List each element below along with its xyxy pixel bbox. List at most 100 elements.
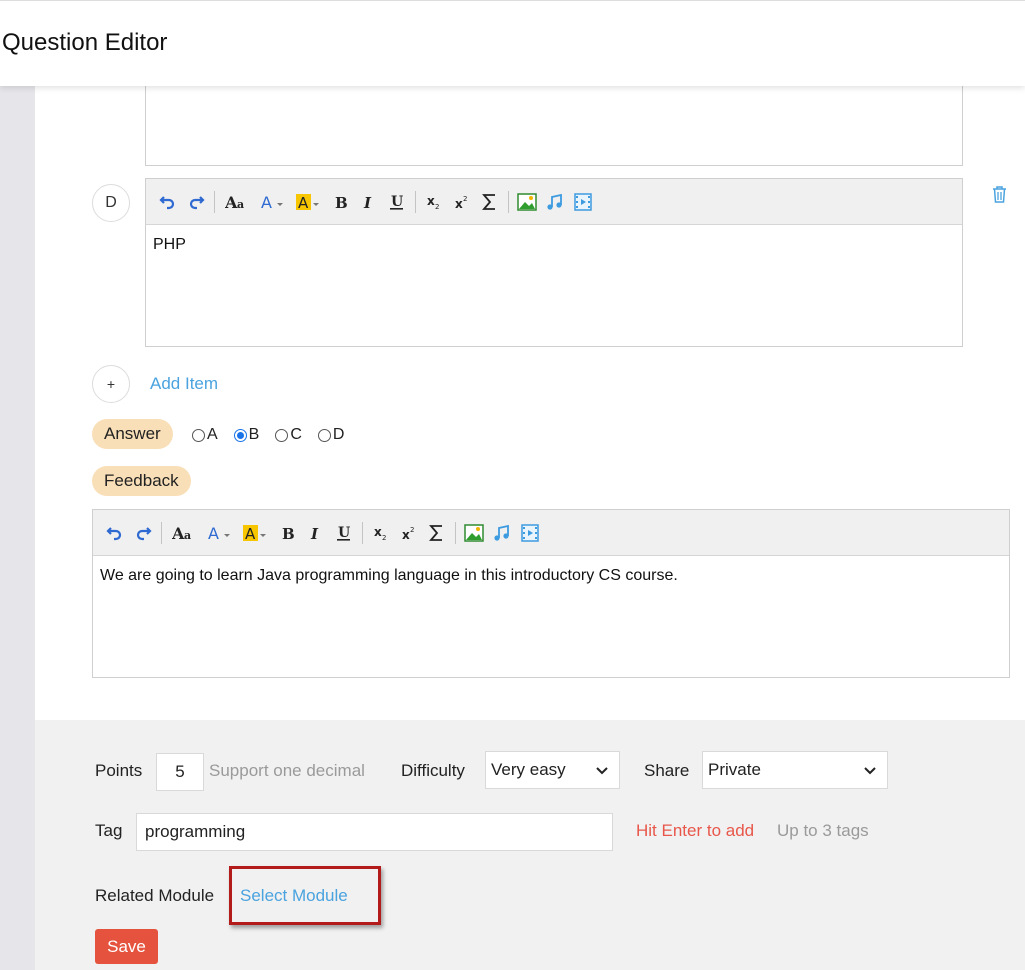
points-label: Points — [95, 761, 143, 780]
add-item-link[interactable]: Add Item — [150, 374, 218, 394]
option-d-toolbar: Aa A A B I U x2 x2 — [146, 179, 962, 225]
tag-hint-limit: Up to 3 tags — [777, 821, 869, 840]
answer-label: Answer — [92, 419, 173, 449]
italic-icon[interactable]: I — [355, 188, 383, 216]
add-item-icon[interactable]: + — [92, 365, 130, 403]
svg-text:x: x — [402, 528, 410, 542]
chevron-down-icon — [864, 767, 876, 775]
tag-input[interactable]: programming — [136, 813, 613, 851]
highlight-color-icon[interactable]: A — [238, 519, 274, 547]
left-rail — [0, 86, 35, 970]
highlight-box — [229, 866, 381, 925]
answer-option-a[interactable]: A — [192, 426, 218, 444]
answer-option-d-label: D — [332, 426, 345, 443]
answer-option-b[interactable]: B — [233, 426, 260, 444]
svg-text:2: 2 — [410, 526, 414, 534]
page-header: Question Editor — [0, 0, 1025, 86]
svg-text:U: U — [338, 525, 350, 541]
italic-icon[interactable]: I — [302, 519, 330, 547]
toolbar-separator — [161, 521, 162, 544]
toolbar-separator — [415, 190, 416, 213]
answer-radio-group: A B C D — [192, 426, 360, 444]
svg-text:x: x — [374, 525, 382, 539]
option-d-letter: D — [92, 184, 130, 222]
answer-option-c[interactable]: C — [275, 426, 302, 444]
tag-hint-enter: Hit Enter to add — [636, 821, 755, 840]
share-value: Private — [708, 760, 761, 779]
image-icon[interactable] — [513, 188, 541, 216]
svg-text:2: 2 — [382, 534, 386, 542]
save-button[interactable]: Save — [95, 929, 158, 964]
font-color-icon[interactable]: A — [255, 188, 291, 216]
option-c-editor-content[interactable] — [145, 76, 963, 166]
font-color-icon[interactable]: A — [202, 519, 238, 547]
toolbar-separator — [362, 521, 363, 544]
undo-icon[interactable] — [154, 188, 182, 216]
answer-option-a-label: A — [207, 426, 218, 443]
feedback-editor: Aa A A B I U x2 x2 We are going to learn… — [92, 509, 1010, 678]
audio-icon[interactable] — [541, 188, 569, 216]
radio-a[interactable] — [192, 428, 205, 442]
radio-c[interactable] — [275, 428, 289, 442]
svg-text:I: I — [310, 525, 319, 542]
radio-b[interactable] — [233, 428, 247, 442]
font-size-icon[interactable]: Aa — [219, 188, 255, 216]
svg-text:2: 2 — [435, 203, 439, 211]
font-size-icon[interactable]: Aa — [166, 519, 202, 547]
answer-option-d[interactable]: D — [317, 426, 345, 444]
underline-icon[interactable]: U — [383, 188, 411, 216]
svg-text:B: B — [335, 194, 348, 211]
share-select[interactable]: Private — [702, 751, 888, 789]
points-input[interactable]: 5 — [156, 753, 204, 791]
underline-icon[interactable]: U — [330, 519, 358, 547]
option-d-editor: Aa A A B I U x2 x2 PHP — [145, 178, 963, 347]
radio-d[interactable] — [317, 428, 331, 442]
formula-icon[interactable] — [423, 519, 451, 547]
difficulty-label: Difficulty — [401, 761, 465, 780]
svg-text:B: B — [282, 525, 295, 542]
image-icon[interactable] — [460, 519, 488, 547]
redo-icon[interactable] — [129, 519, 157, 547]
svg-text:x: x — [427, 194, 435, 208]
subscript-icon[interactable]: x2 — [367, 519, 395, 547]
tag-label: Tag — [95, 821, 123, 840]
svg-text:x: x — [455, 197, 463, 211]
svg-text:a: a — [237, 198, 244, 211]
highlight-color-icon[interactable]: A — [291, 188, 327, 216]
svg-text:A: A — [245, 525, 256, 542]
svg-text:A: A — [208, 524, 219, 542]
difficulty-select[interactable]: Very easy — [485, 751, 620, 789]
svg-text:U: U — [391, 194, 403, 210]
toolbar-separator — [214, 190, 215, 213]
redo-icon[interactable] — [182, 188, 210, 216]
answer-option-b-label: B — [248, 426, 260, 443]
svg-text:I: I — [363, 194, 372, 211]
superscript-icon[interactable]: x2 — [448, 188, 476, 216]
delete-option-icon[interactable] — [990, 185, 1009, 209]
option-d-content[interactable]: PHP — [153, 236, 186, 254]
subscript-icon[interactable]: x2 — [420, 188, 448, 216]
feedback-content[interactable]: We are going to learn Java programming l… — [100, 567, 678, 585]
difficulty-value: Very easy — [491, 760, 566, 779]
video-icon[interactable] — [516, 519, 544, 547]
formula-icon[interactable] — [476, 188, 504, 216]
superscript-icon[interactable]: x2 — [395, 519, 423, 547]
feedback-toolbar: Aa A A B I U x2 x2 — [93, 510, 1009, 556]
svg-text:A: A — [298, 194, 309, 211]
bold-icon[interactable]: B — [327, 188, 355, 216]
chevron-down-icon — [596, 767, 608, 775]
audio-icon[interactable] — [488, 519, 516, 547]
points-hint: Support one decimal — [209, 761, 365, 780]
svg-text:2: 2 — [463, 195, 467, 203]
share-label: Share — [644, 761, 690, 780]
page-title: Question Editor — [2, 29, 168, 56]
feedback-label: Feedback — [92, 466, 191, 496]
video-icon[interactable] — [569, 188, 597, 216]
toolbar-separator — [455, 521, 456, 544]
svg-text:a: a — [184, 529, 191, 542]
toolbar-separator — [508, 190, 509, 213]
bold-icon[interactable]: B — [274, 519, 302, 547]
related-module-label: Related Module — [95, 886, 215, 905]
svg-text:A: A — [261, 193, 272, 211]
undo-icon[interactable] — [101, 519, 129, 547]
